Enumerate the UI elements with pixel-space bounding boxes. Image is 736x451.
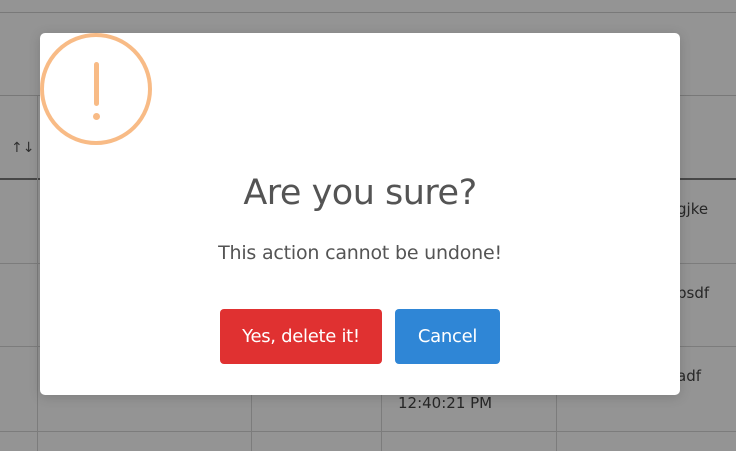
warning-icon-bar — [94, 62, 99, 106]
dialog-message: This action cannot be undone! — [218, 242, 502, 264]
warning-icon — [40, 33, 152, 145]
warning-icon-dot — [93, 113, 100, 120]
dialog-title: Are you sure? — [243, 173, 477, 213]
confirm-dialog: Are you sure? This action cannot be undo… — [40, 33, 680, 395]
confirm-delete-button[interactable]: Yes, delete it! — [220, 309, 382, 364]
cancel-button[interactable]: Cancel — [395, 309, 500, 364]
